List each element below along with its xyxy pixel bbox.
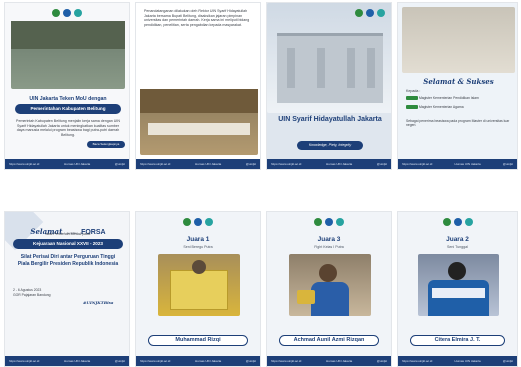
kemenag-logo-icon (194, 218, 202, 226)
kemenag-logo-icon (63, 9, 71, 17)
post-footer: https://www.uinjkt.ac.id Humas UIN Jakar… (5, 356, 129, 366)
selamat-sukses-heading: Selamat & Sukses (423, 77, 494, 86)
partner-logos (5, 9, 129, 17)
footer-account: Humas UIN Jakarta (454, 359, 481, 363)
footer-website[interactable]: https://www.uinjkt.ac.id (140, 162, 170, 166)
footer-website[interactable]: https://www.uinjkt.ac.id (140, 359, 170, 363)
post-headline: UIN Jakarta Teken MoU dengan (29, 96, 107, 102)
campus-tagline: Knowledge, Piety, Integrity (297, 141, 363, 150)
athlete-photo (158, 254, 240, 316)
post-tile-forsa[interactable]: Selamat kepada FORSA atas Perolehan Meda… (4, 211, 130, 367)
athlete-name: Achmad Aunil Azmi Rizqan (279, 335, 379, 346)
recipient-badge (406, 96, 418, 101)
recipient-1-text: Magister Kementerian Pendidikan Islam (418, 96, 479, 100)
footer-account: Humas UIN Jakarta (326, 359, 353, 363)
partner-logo-icon (74, 9, 82, 17)
signing-photo (140, 89, 258, 155)
post-footer: https://www.uinjkt.ac.id Humas UIN Jakar… (267, 159, 391, 169)
post-tile-juara-3[interactable]: Juara 3 Fight Kelas I Putra Achmad Aunil… (266, 211, 392, 367)
partner-logos (355, 9, 385, 17)
footer-website[interactable]: https://www.uinjkt.ac.id (402, 359, 432, 363)
uin-logo-icon (52, 9, 60, 17)
rank-label: Juara 1 (186, 236, 210, 243)
category-label: Seni Tunggal (447, 245, 468, 249)
uin-logo-icon (183, 218, 191, 226)
post-tile-juara-2[interactable]: Juara 2 Seni Tunggal Citera Elmira J. T.… (397, 211, 518, 367)
category-label: Seni Beregu Putra (183, 245, 213, 249)
athlete-photo (289, 254, 371, 316)
event-venue: GOR Pajajaran Bandung (13, 293, 51, 297)
forsa-subtitle: atas Perolehan Medali pada (45, 232, 91, 236)
rank-label: Juara 3 (317, 236, 341, 243)
post-tile-juara-1[interactable]: Juara 1 Seni Beregu Putra Muhammad Rizqi… (135, 211, 261, 367)
footer-handle[interactable]: @uinjkt (377, 359, 387, 363)
kemenag-logo-icon (325, 218, 333, 226)
partner-logo-icon (336, 218, 344, 226)
footer-website[interactable]: https://www.uinjkt.ac.id (271, 162, 301, 166)
partner-logo-icon (377, 9, 385, 17)
footer-website[interactable]: https://www.uinjkt.ac.id (402, 162, 432, 166)
footer-handle[interactable]: @uinjkt (115, 162, 125, 166)
recipient-1: Magister Kementerian Pendidikan Islam (406, 96, 511, 101)
post-tile-mou-belitung[interactable]: UIN Jakarta Teken MoU dengan Pemerintaha… (4, 2, 130, 170)
post-footer: https://www.uinjkt.ac.id Humas UIN Jakar… (267, 356, 391, 366)
partner-logos (136, 218, 260, 226)
footer-website[interactable]: https://www.uinjkt.ac.id (9, 359, 39, 363)
post-tile-mou-detail[interactable]: Penandatanganan dilakukan oleh Rektor UI… (135, 2, 261, 170)
footer-website[interactable]: https://www.uinjkt.ac.id (9, 162, 39, 166)
campus-title: UIN Syarif Hidayatullah Jakarta (278, 116, 382, 123)
event-banner: Kejuaraan Nasional XXVII - 2023 (13, 239, 123, 249)
recipient-badge (406, 105, 418, 110)
post-footer: https://www.uinjkt.ac.id Humas UIN Jakar… (136, 356, 260, 366)
athlete-name: Citera Elmira J. T. (410, 335, 505, 346)
footer-account: Humas UIN Jakarta (64, 359, 91, 363)
footer-website[interactable]: https://www.uinjkt.ac.id (271, 359, 301, 363)
event-date: 2 - 6 Agustus 2023 (13, 288, 42, 292)
post-footer: https://www.uinjkt.ac.id Humas UIN Jakar… (5, 159, 129, 169)
footer-account: Humas UIN Jakarta (64, 162, 91, 166)
hashtag: #UINJKTBisa (83, 300, 114, 305)
post-headline-banner: Pemerintahan Kabupaten Belitung (15, 104, 121, 114)
footer-handle[interactable]: @uinjkt (503, 359, 513, 363)
category-label: Fight Kelas I Putra (314, 245, 344, 249)
athlete-photo (418, 254, 499, 316)
recipient-intro: Kepada : (406, 89, 421, 93)
uin-logo-icon (355, 9, 363, 17)
partner-logo-icon (464, 218, 473, 226)
event-description: Silat Perisai Diri antar Perguruan Tingg… (17, 254, 119, 267)
forsa-title: Selamat kepada FORSA (15, 220, 121, 241)
partner-logos (398, 218, 517, 226)
post-body: Pemerintah Kabupaten Belitung menjalin k… (16, 119, 120, 138)
footer-handle[interactable]: @uinjkt (246, 359, 256, 363)
post-footer: https://www.uinjkt.ac.id Humas UIN Jakar… (136, 159, 260, 169)
post-footer: https://www.uinjkt.ac.id Humas UIN Jakar… (398, 159, 517, 169)
footer-account: Humas UIN Jakarta (326, 162, 353, 166)
award-photo (402, 7, 515, 73)
read-more-button[interactable]: Baca Selengkapnya (87, 141, 125, 148)
rank-label: Juara 2 (446, 236, 469, 243)
footer-handle[interactable]: @uinjkt (115, 359, 125, 363)
campus-building-photo (267, 3, 391, 113)
uin-logo-icon (442, 218, 451, 226)
footer-handle[interactable]: @uinjkt (503, 162, 513, 166)
post-tile-campus[interactable]: UIN Syarif Hidayatullah Jakarta Knowledg… (266, 2, 392, 170)
recipient-2: Magister Kementerian Agama (406, 105, 511, 110)
uin-logo-icon (314, 218, 322, 226)
footer-account: Humas UIN Jakarta (195, 359, 222, 363)
footer-handle[interactable]: @uinjkt (246, 162, 256, 166)
partner-logo-icon (205, 218, 213, 226)
footer-account: Humas UIN Jakarta (195, 162, 222, 166)
recipient-2-text: Magister Kementerian Agama (418, 105, 464, 109)
mou-photo (11, 21, 125, 89)
post-body: Sebagai penerima beasiswa pada program M… (406, 119, 510, 128)
partner-logos (267, 218, 391, 226)
post-footer: https://www.uinjkt.ac.id Humas UIN Jakar… (398, 356, 517, 366)
athlete-name: Muhammad Rizqi (148, 335, 248, 346)
kemenag-logo-icon (453, 218, 462, 226)
post-tile-selamat-sukses[interactable]: Selamat & Sukses Kepada : Magister Kemen… (397, 2, 518, 170)
footer-handle[interactable]: @uinjkt (377, 162, 387, 166)
kemenag-logo-icon (366, 9, 374, 17)
post-body: Penandatanganan dilakukan oleh Rektor UI… (144, 9, 250, 28)
footer-account: Humas UIN Jakarta (454, 162, 481, 166)
